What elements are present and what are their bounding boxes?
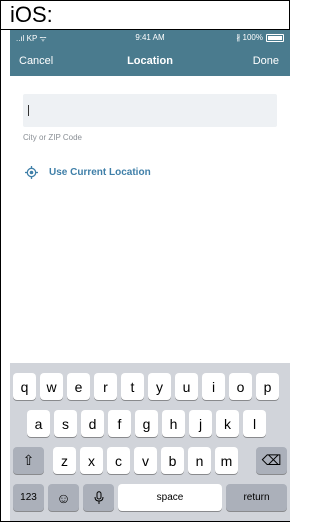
key-g[interactable]: g (135, 410, 158, 437)
key-s[interactable]: s (54, 410, 77, 437)
use-current-location-label: Use Current Location (49, 166, 151, 178)
key-l[interactable]: l (243, 410, 266, 437)
key-w[interactable]: w (40, 373, 63, 400)
emoji-icon: ☺ (56, 489, 71, 506)
location-input[interactable] (23, 94, 277, 127)
location-target-icon (25, 165, 38, 179)
key-f[interactable]: f (108, 410, 131, 437)
key-t[interactable]: t (121, 373, 144, 400)
numbers-key[interactable]: 123 (13, 484, 44, 511)
microphone-icon (94, 490, 103, 504)
key-p[interactable]: p (256, 373, 279, 400)
key-o[interactable]: o (229, 373, 252, 400)
key-b[interactable]: b (161, 447, 184, 474)
key-r[interactable]: r (94, 373, 117, 400)
battery-status: ∦ 100% (236, 33, 284, 42)
key-a[interactable]: a (27, 410, 50, 437)
emoji-key[interactable]: ☺ (48, 484, 79, 511)
delete-icon: ⌫ (261, 452, 282, 468)
key-i[interactable]: i (202, 373, 225, 400)
key-j[interactable]: j (189, 410, 212, 437)
navigation-bar: Cancel Location Done (10, 46, 290, 76)
use-current-location-button[interactable]: Use Current Location (25, 164, 151, 180)
nav-title: Location (127, 55, 173, 67)
key-v[interactable]: v (134, 447, 157, 474)
key-q[interactable]: q (13, 373, 36, 400)
key-k[interactable]: k (216, 410, 239, 437)
shift-key[interactable]: ⇧ (13, 447, 44, 474)
return-key[interactable]: return (226, 484, 287, 511)
key-x[interactable]: x (80, 447, 103, 474)
delete-key[interactable]: ⌫ (256, 447, 287, 474)
phone-screen: ..ıl KP ᯤ 9:41 AM ∦ 100% Cancel Location… (10, 30, 290, 521)
space-key[interactable]: space (118, 484, 222, 511)
text-caret (28, 105, 29, 116)
key-z[interactable]: z (53, 447, 76, 474)
keyboard: q w e r t y u i o p a s d f g h j k l ⇧ … (10, 363, 290, 521)
location-input-hint: City or ZIP Code (23, 133, 82, 142)
dictation-key[interactable] (83, 484, 114, 511)
key-m[interactable]: m (215, 447, 238, 474)
done-button[interactable]: Done (253, 55, 279, 67)
shift-icon: ⇧ (22, 452, 35, 468)
key-e[interactable]: e (67, 373, 90, 400)
status-bar: ..ıl KP ᯤ 9:41 AM ∦ 100% (10, 30, 290, 46)
key-u[interactable]: u (175, 373, 198, 400)
page-heading: iOS: (10, 2, 53, 27)
key-y[interactable]: y (148, 373, 171, 400)
key-n[interactable]: n (188, 447, 211, 474)
key-h[interactable]: h (162, 410, 185, 437)
key-d[interactable]: d (81, 410, 104, 437)
key-c[interactable]: c (107, 447, 130, 474)
battery-icon (266, 33, 284, 42)
battery-label: ∦ 100% (236, 33, 263, 42)
